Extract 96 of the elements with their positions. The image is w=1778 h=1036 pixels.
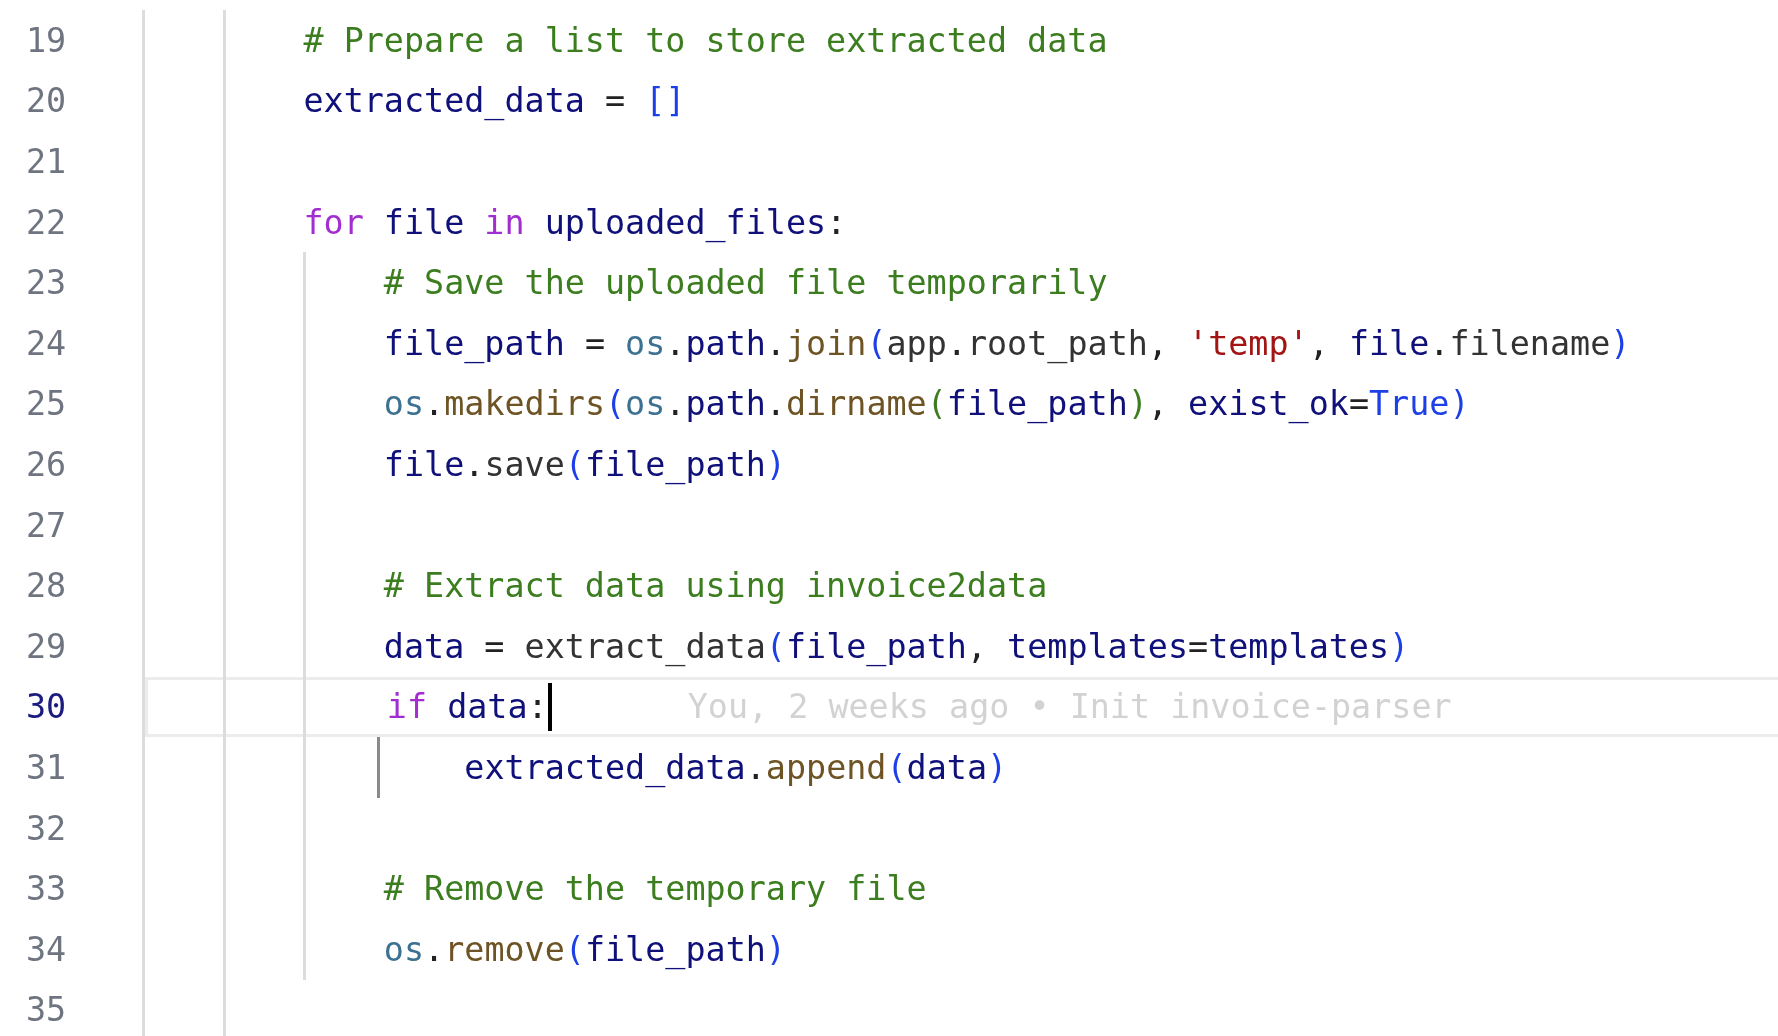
code-token: = <box>1188 626 1209 666</box>
code-token: True <box>1369 384 1450 424</box>
code-token: ( <box>926 384 947 424</box>
code-token: ( <box>564 444 585 484</box>
code-token: . <box>424 384 445 424</box>
code-token: remove <box>444 929 565 969</box>
code-token: ( <box>765 626 786 666</box>
code-token: os <box>383 384 425 424</box>
code-comment: # Extract data using invoice2data <box>383 566 1048 606</box>
code-token: . <box>1429 323 1450 363</box>
code-token: ) <box>987 747 1008 787</box>
line-number: 33 <box>26 869 67 909</box>
line-number: 19 <box>26 20 67 60</box>
code-token: . <box>745 747 766 787</box>
line-number: 30 <box>26 687 67 727</box>
code-token: path <box>685 323 766 363</box>
code-token: data <box>446 687 528 727</box>
code-token: : <box>527 687 548 727</box>
line-number: 27 <box>26 505 67 545</box>
code-token: ( <box>605 384 626 424</box>
code-token: for <box>303 202 364 242</box>
code-token: in <box>484 202 525 242</box>
code-token: file_path <box>584 929 766 969</box>
code-token: ) <box>1610 323 1631 363</box>
line-number: 23 <box>26 263 67 303</box>
line-number: 25 <box>26 384 67 424</box>
line-number: 32 <box>26 808 67 848</box>
line-number: 21 <box>26 142 67 181</box>
code-token: file <box>1348 323 1430 363</box>
code-token: ) <box>1449 384 1470 424</box>
code-token: [] <box>645 81 686 121</box>
code-token: . <box>464 444 485 484</box>
line-number: 26 <box>26 444 67 484</box>
code-token: ( <box>866 323 887 363</box>
code-token: ( <box>886 747 907 787</box>
code-token: . <box>765 384 786 424</box>
code-token: filename <box>1449 323 1611 363</box>
code-comment: # Prepare a list to store extracted data <box>303 20 1108 60</box>
code-token: : <box>826 202 847 242</box>
code-token: . <box>765 323 786 363</box>
code-token: . <box>665 323 686 363</box>
code-token: file_path <box>383 323 565 363</box>
code-token: . <box>665 384 686 424</box>
code-token: makedirs <box>444 384 605 424</box>
code-comment: # Save the uploaded file temporarily <box>383 263 1108 303</box>
line-number: 22 <box>26 202 67 242</box>
code-token: ) <box>765 929 786 969</box>
line-number: 31 <box>26 747 67 787</box>
code-token: templates <box>1208 626 1390 666</box>
code-token: . <box>424 929 445 969</box>
code-token: = <box>483 626 506 666</box>
code-token: root_path <box>966 323 1148 363</box>
code-token: os <box>383 929 425 969</box>
code-token: file_path <box>946 384 1128 424</box>
code-token: app <box>886 323 947 363</box>
code-token: path <box>685 384 766 424</box>
code-token: , <box>1308 323 1330 363</box>
line-number: 29 <box>26 626 67 666</box>
code-token: os <box>625 323 666 363</box>
code-token: , <box>1147 384 1169 424</box>
line-number: 20 <box>26 81 67 121</box>
code-token: ) <box>1127 384 1148 424</box>
code-token: templates <box>1007 626 1188 666</box>
code-token: ( <box>564 929 585 969</box>
code-token: extract_data <box>524 626 766 666</box>
line-number: 34 <box>26 929 67 969</box>
code-token: , <box>1147 323 1169 363</box>
code-token: , <box>966 626 988 666</box>
code-token: file_path <box>584 444 766 484</box>
text-cursor <box>547 682 552 731</box>
code-token: . <box>946 323 967 363</box>
code-token: uploaded_files <box>543 202 827 242</box>
code-token: extracted_data <box>464 747 746 787</box>
code-token: data <box>906 747 987 787</box>
code-token: data <box>383 626 465 666</box>
code-token: if <box>386 687 428 727</box>
code-token: = <box>583 323 606 363</box>
code-token: append <box>765 747 887 787</box>
code-token: exist_ok <box>1188 384 1349 424</box>
code-token: file <box>383 444 465 484</box>
code-token: ) <box>765 444 786 484</box>
code-token: extracted_data <box>303 81 585 121</box>
code-token: dirname <box>785 384 927 424</box>
code-token: = <box>603 81 627 121</box>
code-token: file <box>382 202 466 242</box>
code-comment: # Remove the temporary file <box>383 869 927 909</box>
code-token: ) <box>1389 626 1410 666</box>
line-number: 28 <box>26 566 67 606</box>
code-token: file_path <box>785 626 967 666</box>
code-token: = <box>1348 384 1369 424</box>
code-token: save <box>484 444 565 484</box>
line-number: 35 <box>26 990 67 1030</box>
line-number: 24 <box>26 323 67 363</box>
code-token: os <box>625 384 666 424</box>
code-token: 'temp' <box>1188 323 1309 363</box>
code-token: join <box>785 323 867 363</box>
